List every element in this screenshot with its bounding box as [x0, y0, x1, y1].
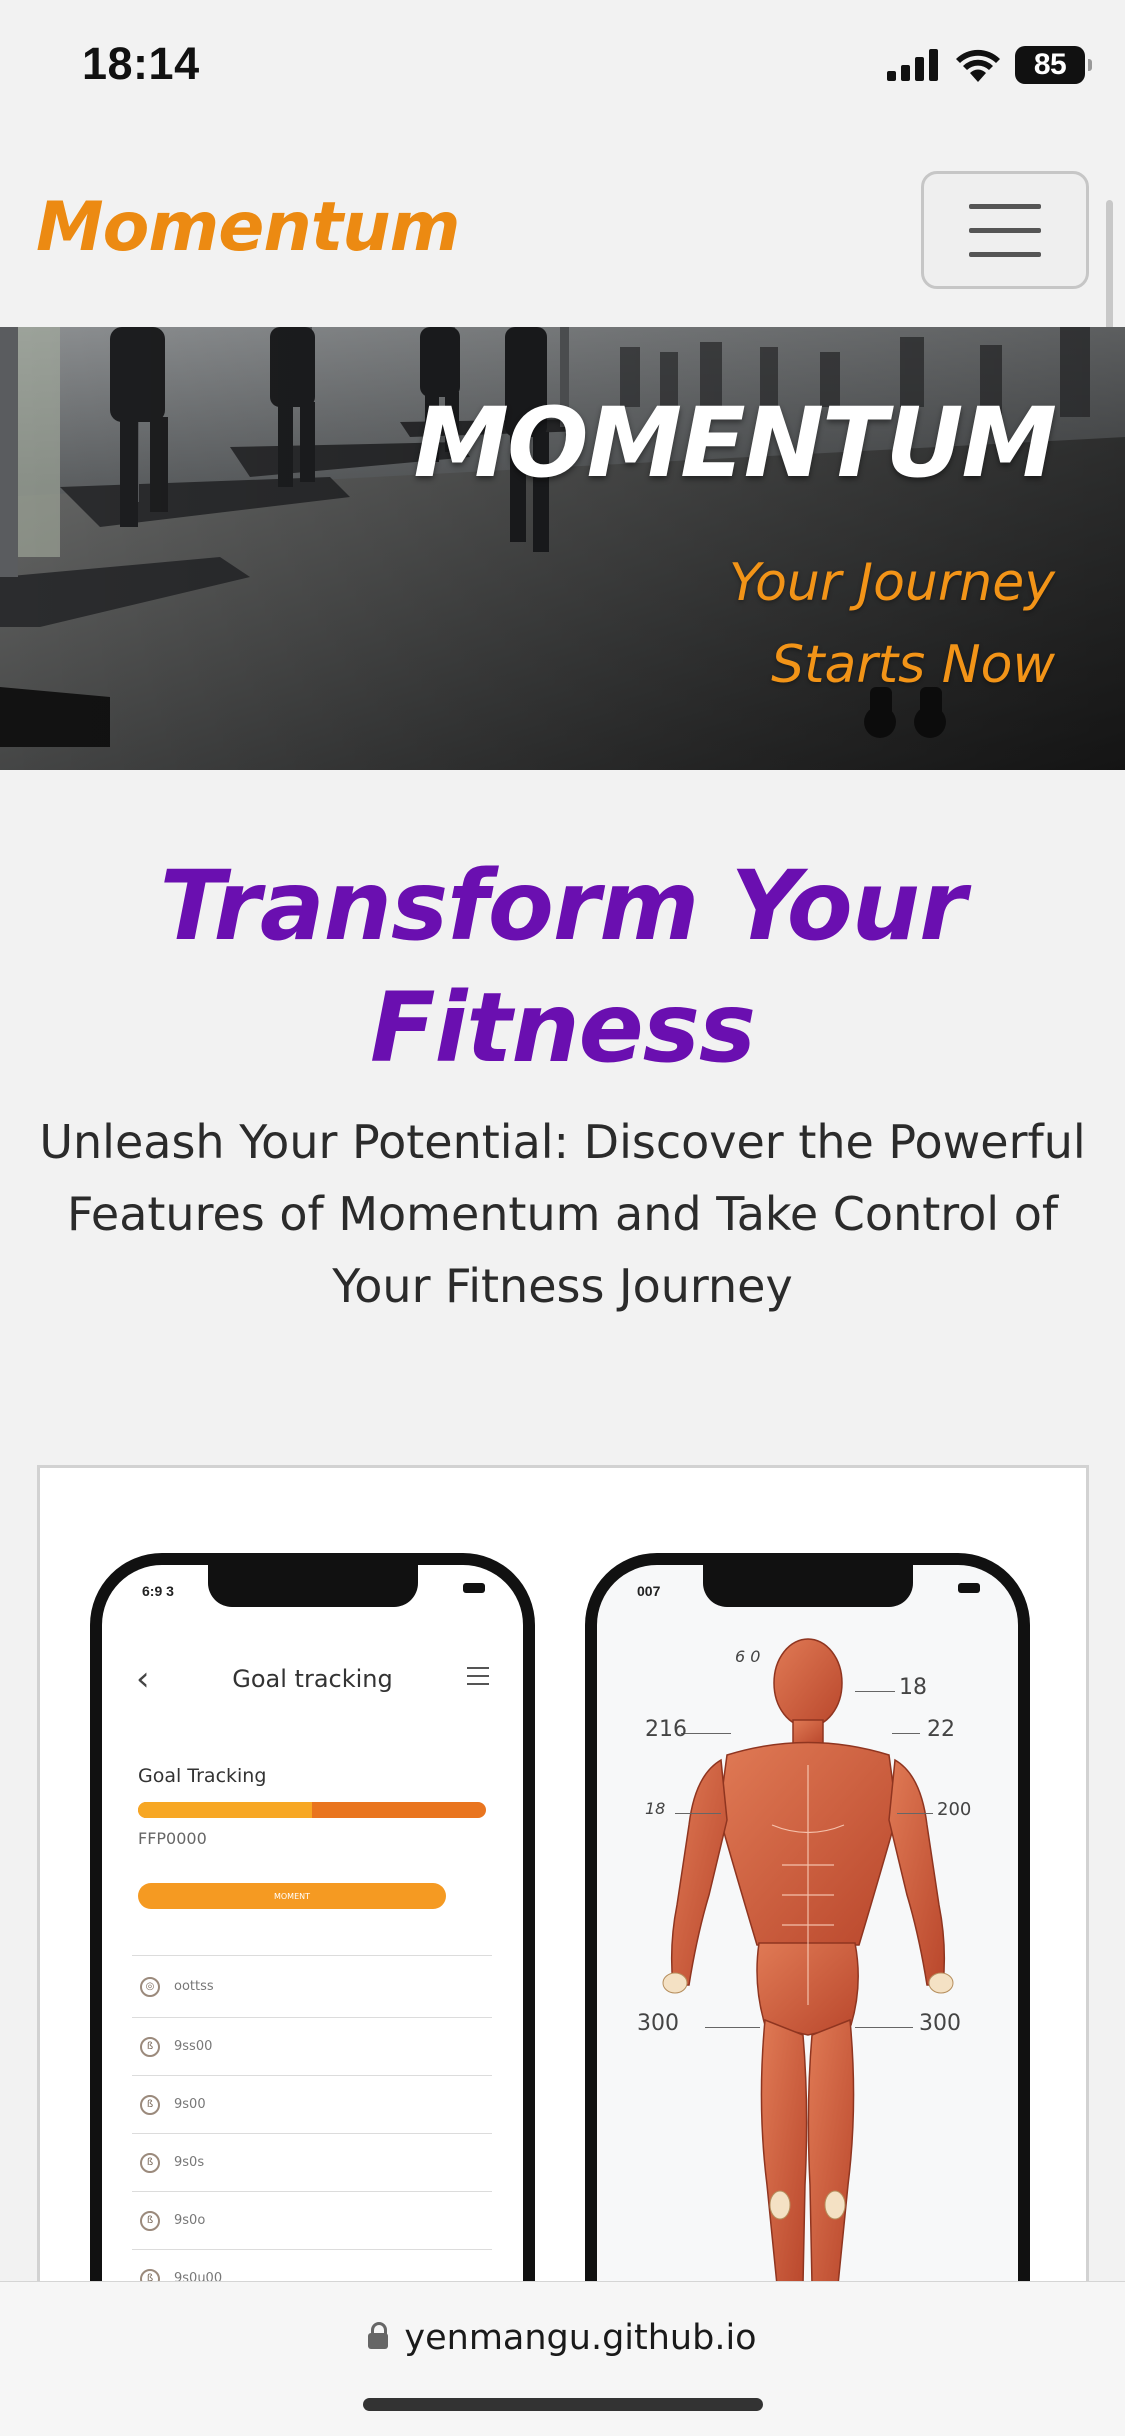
list-item-label: 9s0o: [174, 2213, 206, 2228]
wifi-icon: [956, 49, 1000, 82]
anatomy-label-left-chest: 18: [645, 1799, 666, 1818]
section-description: Unleash Your Potential: Discover the Pow…: [39, 1115, 1086, 1313]
list-item-icon: ß: [140, 2210, 160, 2231]
browser-address-bar[interactable]: yenmangu.github.io: [0, 2281, 1125, 2436]
mini-status-icons: [463, 1583, 485, 1593]
address-bar-url[interactable]: yenmangu.github.io: [0, 2318, 1125, 2358]
hero-title: MOMENTUM: [413, 387, 1057, 499]
app-screen-title: Goal tracking: [232, 1665, 393, 1693]
feature-card: 6:9 3 ‹ Goal tracking Goal Tracking FFP0…: [37, 1465, 1089, 2285]
anatomy-label-top-right: 18: [899, 1675, 927, 1700]
goal-list: ◎ oottss ß 9ss00 ß 9s00 ß 9s0s ß 9s0o ß 9s0u00: [132, 1955, 492, 2282]
hero-banner: MOMENTUM Your Journey Starts Now: [0, 327, 1125, 770]
list-item-icon: ß: [140, 2036, 160, 2057]
anatomy-label-top: 6 0: [735, 1647, 761, 1666]
app-menu-icon: [467, 1667, 489, 1685]
list-item: ß 9s0s: [132, 2133, 492, 2191]
list-item-label: 9s0s: [174, 2155, 205, 2170]
anatomy-label-right-thigh: 300: [919, 2011, 961, 2036]
battery-icon: 85: [1015, 46, 1092, 84]
section-title-line-2: Fitness: [369, 972, 756, 1084]
status-time: 18:14: [82, 38, 200, 89]
anatomy-label-right-chest: 200: [937, 1799, 972, 1820]
list-item: ß 9s0o: [132, 2191, 492, 2249]
status-icons: 85: [887, 46, 1092, 84]
brand-logo[interactable]: Momentum: [36, 188, 461, 267]
muscle-anatomy-illustration: [662, 1638, 954, 2282]
list-item-label: 9ss00: [174, 2039, 213, 2054]
hero-subtitle-line-2: Starts Now: [771, 635, 1055, 695]
goal-progress-bar: [138, 1802, 486, 1818]
anatomy-label-right-shoulder: 22: [927, 1717, 955, 1742]
status-bar: 18:14 85: [0, 0, 1125, 135]
list-item-icon: ß: [140, 2094, 160, 2115]
hamburger-menu-button[interactable]: [921, 171, 1089, 289]
list-item: ß 9ss00: [132, 2017, 492, 2075]
list-item: ◎ oottss: [132, 1955, 492, 2017]
list-item-icon: ß: [140, 2152, 160, 2173]
list-item: ß 9s00: [132, 2075, 492, 2133]
goal-action-button: MOMENT: [138, 1883, 446, 1909]
anatomy-label-left-shoulder: 216: [645, 1717, 687, 1742]
hero-subtitle: Your Journey Starts Now: [729, 542, 1055, 706]
list-item-icon: ◎: [140, 1976, 160, 1997]
hamburger-menu-icon: [969, 203, 1041, 209]
home-indicator[interactable]: [363, 2398, 763, 2411]
phone-screen: 007 18 6 0 216 22 18 200 300 300: [597, 1565, 1018, 2282]
hero-subtitle-line-1: Your Journey: [729, 553, 1055, 613]
lock-icon: [368, 2322, 389, 2349]
phone-screen: 6:9 3 ‹ Goal tracking Goal Tracking FFP0…: [102, 1565, 523, 2282]
list-item-label: oottss: [174, 1979, 214, 1994]
goal-tracking-phone-mockup: 6:9 3 ‹ Goal tracking Goal Tracking FFP0…: [90, 1553, 535, 2282]
list-item-label: 9s00: [174, 2097, 206, 2112]
goal-tracking-label: Goal Tracking: [138, 1765, 267, 1787]
anatomy-label-left-thigh: 300: [637, 2011, 679, 2036]
goal-code: FFP0000: [138, 1829, 207, 1848]
battery-level: 85: [1033, 48, 1067, 81]
mini-status-time: 6:9 3: [142, 1583, 174, 1599]
url-text: yenmangu.github.io: [404, 2318, 757, 2358]
page-scrollbar[interactable]: [1106, 200, 1113, 330]
section-title-line-1: Transform Your: [159, 850, 967, 962]
section-title: Transform Your Fitness: [0, 845, 1125, 1089]
navbar: Momentum: [0, 135, 1125, 327]
anatomy-phone-mockup: 007 18 6 0 216 22 18 200 300 300: [585, 1553, 1030, 2282]
list-item: ß 9s0u00: [132, 2249, 492, 2282]
goal-progress-fill: [138, 1802, 312, 1818]
cellular-signal-icon: [887, 49, 938, 81]
